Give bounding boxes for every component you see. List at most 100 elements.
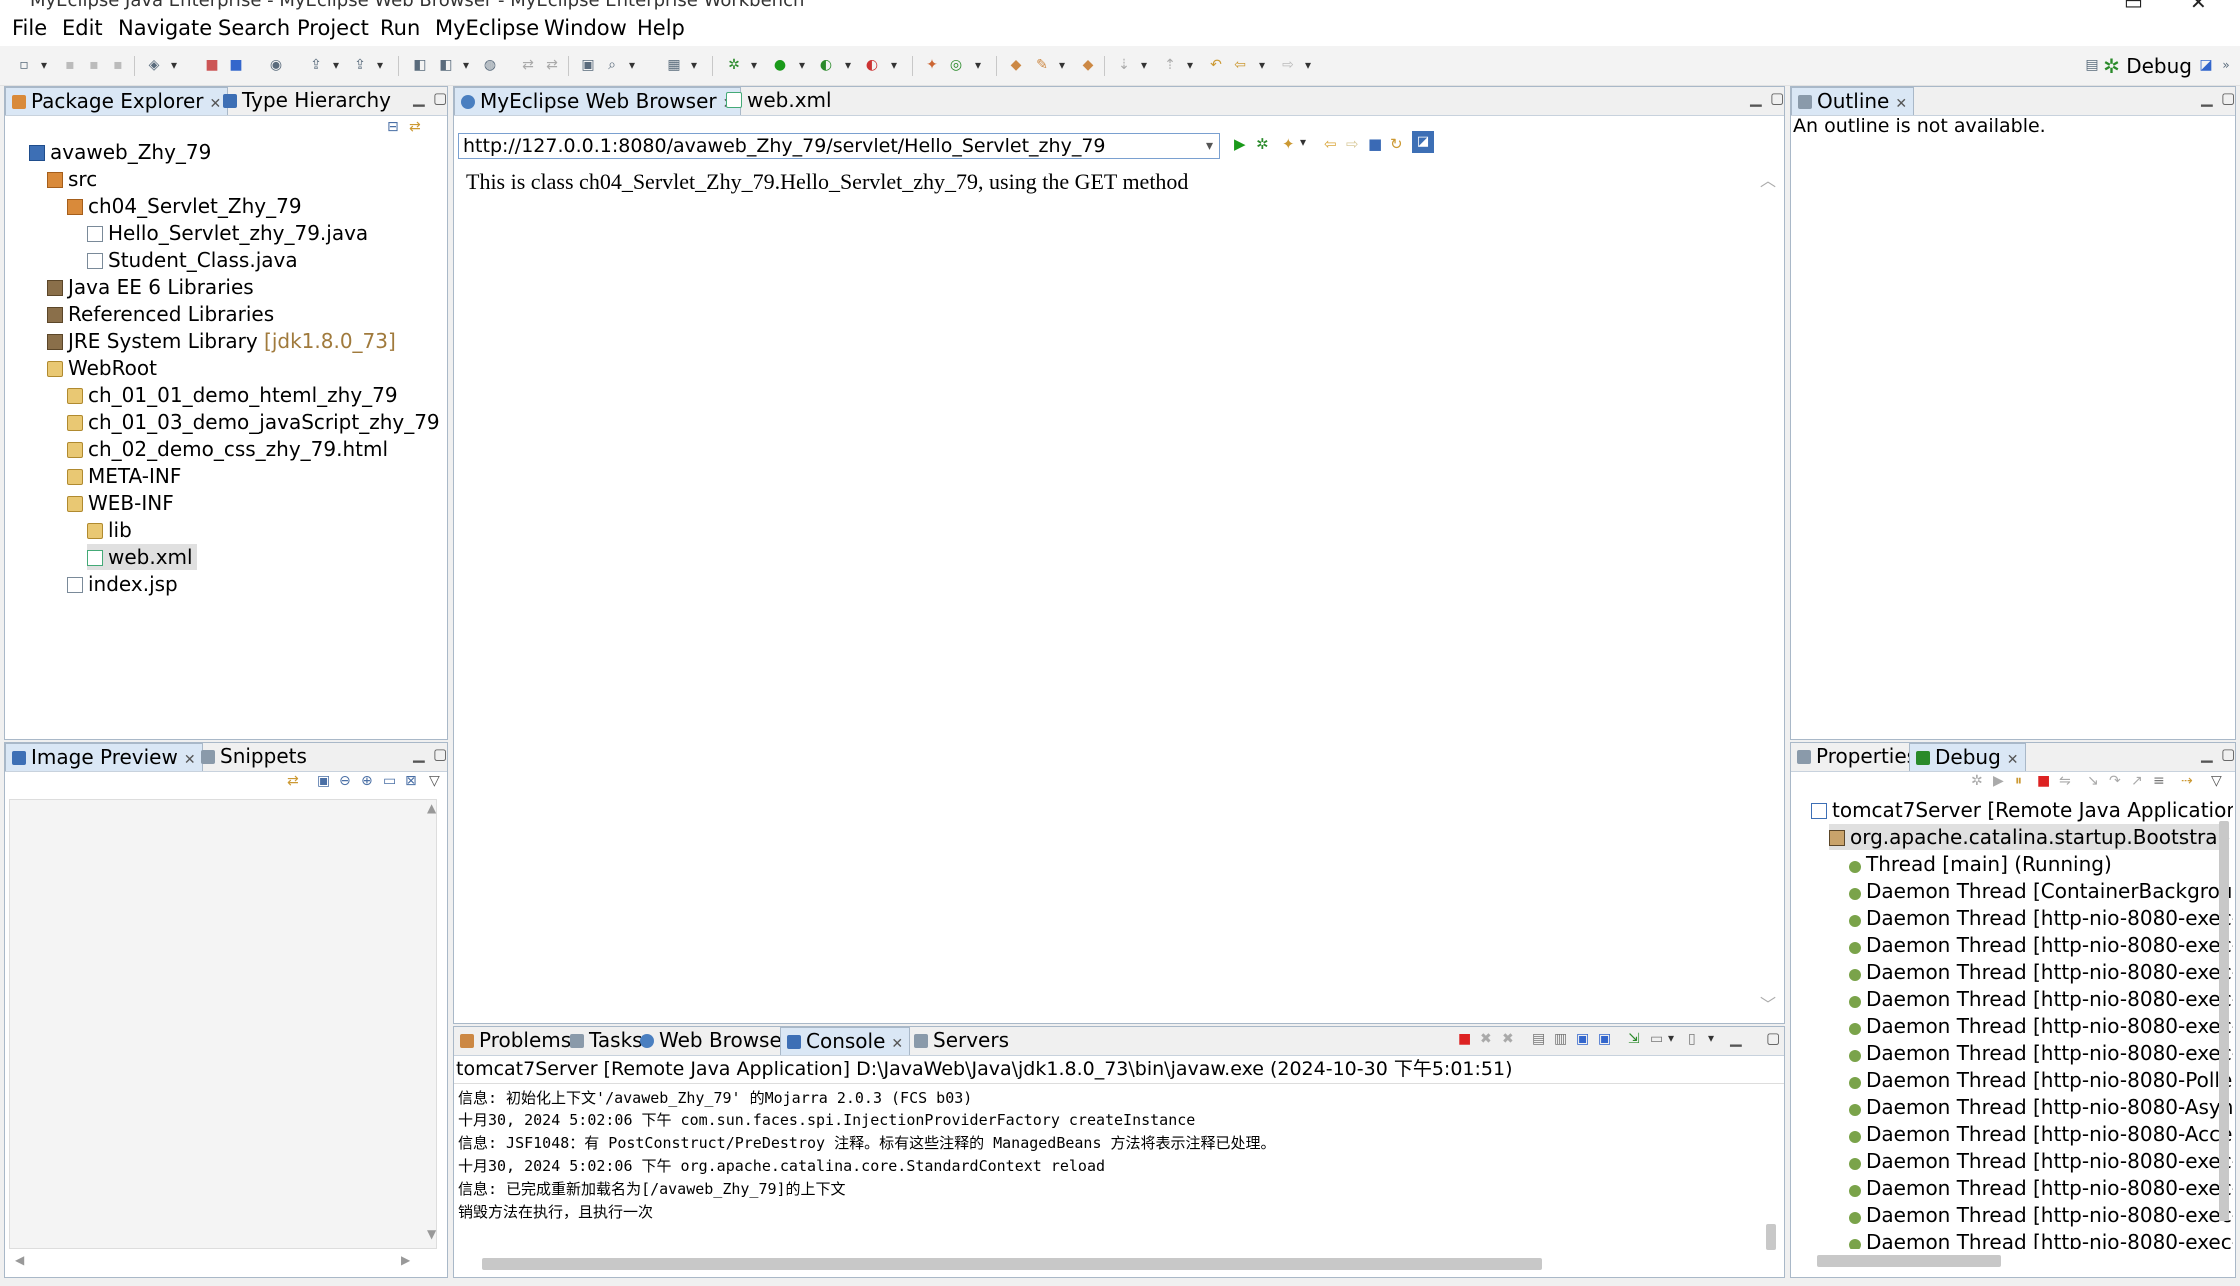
maximize-icon[interactable]: ▢ [433,745,447,763]
tree-item-library[interactable]: Java EE 6 Libraries [47,274,254,300]
terminate-icon[interactable]: ■ [2037,773,2050,789]
new-project-icon[interactable]: ◈ [144,55,164,75]
new-icon[interactable]: ▫ [14,55,34,75]
servers-icon[interactable]: ⇪ [350,55,370,75]
maximize-icon[interactable]: ▢ [1770,89,1784,107]
tab-problems[interactable]: Problems [454,1027,577,1055]
view-menu-icon[interactable]: ▽ [2211,773,2222,789]
menu-help[interactable]: Help [637,16,685,40]
debug-tree-thread[interactable]: Daemon Thread [http-nio-8080-Async [1849,1094,2233,1120]
back-icon[interactable]: ⇦ [1230,55,1250,75]
debug-tree-thread[interactable]: Daemon Thread [http-nio-8080-exec-1 [1849,1202,2233,1228]
debug-tree-thread[interactable]: Daemon Thread [http-nio-8080-exec-1 [1849,1148,2233,1174]
menu-search[interactable]: Search [218,16,290,40]
perspective-debug-button[interactable]: ✲ Debug [2103,54,2192,78]
refresh-icon[interactable]: ↻ [1390,135,1403,153]
new-package-dropdown-icon[interactable]: ▾ [972,55,984,75]
image-icon[interactable]: ▣ [578,55,598,75]
last-edit-icon[interactable]: ↶ [1206,55,1226,75]
console-horizontal-scrollbar[interactable] [482,1258,1542,1270]
scroll-up-icon[interactable]: ︿ [1760,167,1776,191]
minimize-icon[interactable]: ▁ [2201,745,2213,763]
save-all-icon[interactable]: ▪ [84,55,104,75]
tool-dropdown-icon[interactable]: ▾ [688,55,700,75]
tree-item-library[interactable]: Referenced Libraries [47,301,274,327]
tab-console[interactable]: Console ✕ [780,1027,911,1055]
new-project-dropdown-icon[interactable]: ▾ [168,55,180,75]
debug-tree-thread[interactable]: Daemon Thread [http-nio-8080-exec-9 [1849,932,2233,958]
zoom-in-icon[interactable]: ⊕ [361,773,373,789]
deploy-icon[interactable]: ⇪ [306,55,326,75]
console-vertical-scrollbar[interactable] [1766,1224,1776,1250]
clear-console-icon[interactable]: ▤ [1532,1031,1545,1047]
debug-tree-thread[interactable]: Thread [main] (Running) [1849,851,2112,877]
menu-edit[interactable]: Edit [62,16,103,40]
debug-tree-thread[interactable]: Daemon Thread [http-nio-8080-Accep [1849,1121,2233,1147]
maximize-icon[interactable]: ▢ [2221,745,2235,763]
new-package-icon[interactable]: ◎ [946,55,966,75]
debug-tree-thread[interactable]: Daemon Thread [http-nio-8080-exec-1 [1849,1175,2233,1201]
globe-icon[interactable]: ◍ [480,55,500,75]
tree-item-folder[interactable]: META-INF [67,463,181,489]
open-perspective-icon[interactable]: ▤ [2082,55,2102,75]
minimize-icon[interactable]: ▁ [1730,1029,1742,1047]
scroll-lock-icon[interactable]: ▥ [1554,1031,1567,1047]
back-nav-icon[interactable]: ⇄ [542,55,562,75]
go-icon[interactable]: ▶ [1234,135,1246,153]
debug-tree-thread[interactable]: Daemon Thread [http-nio-8080-exec-1 [1849,1229,2233,1249]
actual-size-icon[interactable]: ▭ [383,773,396,789]
new-dropdown-icon[interactable]: ▾ [38,55,50,75]
tool-icon[interactable]: ▦ [664,55,684,75]
maximize-icon[interactable]: ▢ [433,89,447,107]
tree-item-xml-file-selected[interactable]: web.xml [87,544,197,570]
drop-to-frame-icon[interactable]: ≡ [2153,773,2165,789]
close-tab-icon[interactable]: ✕ [891,1036,903,1052]
close-tab-icon[interactable]: ✕ [2007,752,2019,768]
search-dropdown-icon[interactable]: ▾ [626,55,638,75]
debug-horizontal-scrollbar[interactable] [1817,1255,2001,1267]
tree-item-java-file[interactable]: Hello_Servlet_zhy_79.java [87,220,368,246]
scroll-down-icon[interactable]: ﹀ [1760,991,1776,1015]
suspend-icon[interactable]: ⏸ [2015,773,2022,789]
tab-debug[interactable]: Debug ✕ [1909,743,2026,771]
new-class-icon[interactable]: ✦ [922,55,942,75]
debug-tree-thread[interactable]: Daemon Thread [http-nio-8080-exec-7 [1849,986,2233,1012]
menu-window[interactable]: Window [544,16,627,40]
tab-image-preview[interactable]: Image Preview ✕ [5,743,203,771]
debug-tree-vm-selected[interactable]: org.apache.catalina.startup.Bootstrap at… [1829,824,2233,850]
forward-nav-icon[interactable]: ⇄ [518,55,538,75]
scroll-right-icon[interactable]: ▶ [401,1253,410,1267]
minimize-icon[interactable]: ▁ [1750,89,1762,107]
close-tab-icon[interactable]: ✕ [184,752,196,768]
debug-tree-thread[interactable]: Daemon Thread [ContainerBackgroun [1849,878,2233,904]
annotation-prev-dropdown-icon[interactable]: ▾ [1184,55,1196,75]
minimize-icon[interactable]: ▁ [2201,89,2213,107]
show-stdout-icon[interactable]: ▣ [1576,1031,1589,1047]
fit-window-icon[interactable]: ⊠ [405,773,417,789]
servers-dropdown-icon[interactable]: ▾ [374,55,386,75]
step-over-icon[interactable]: ↷ [2109,773,2121,789]
tab-web-xml[interactable]: web.xml [720,87,838,115]
more-perspectives-icon[interactable]: » [2216,55,2236,75]
resume-icon[interactable]: ▶ [1993,773,2004,789]
tree-item-java-file[interactable]: Student_Class.java [87,247,298,273]
open-folder-icon[interactable]: ◆ [1006,55,1026,75]
view-menu-icon[interactable]: ▽ [429,773,440,789]
tree-item-folder[interactable]: lib [87,517,132,543]
close-icon[interactable]: ✕ [2190,0,2207,14]
console-output[interactable]: 信息: 初始化上下文'/avaweb_Zhy_79' 的Mojarra 2.0.… [454,1083,1784,1277]
tab-package-explorer[interactable]: Package Explorer ✕ [5,87,229,115]
menu-run[interactable]: Run [380,16,420,40]
link-icon[interactable]: ⇄ [287,773,299,789]
disconnect-icon[interactable]: ⇋ [2059,773,2071,789]
debug-tree-launch[interactable]: tomcat7Server [Remote Java Application] [1811,797,2233,823]
debug-icon[interactable]: ✲ [724,55,744,75]
debug-dropdown-icon[interactable]: ▾ [748,55,760,75]
tools-icon[interactable]: ✦ [1282,135,1295,153]
forward-icon[interactable]: ⇨ [1346,135,1359,153]
maximize-icon[interactable]: ▢ [1766,1029,1780,1047]
task-icon[interactable]: ◆ [1078,55,1098,75]
tree-item-package[interactable]: ch04_Servlet_Zhy_79 [67,193,302,219]
browser-settings-icon[interactable]: ◪ [1412,131,1434,153]
webservice-icon[interactable]: ■ [226,55,246,75]
